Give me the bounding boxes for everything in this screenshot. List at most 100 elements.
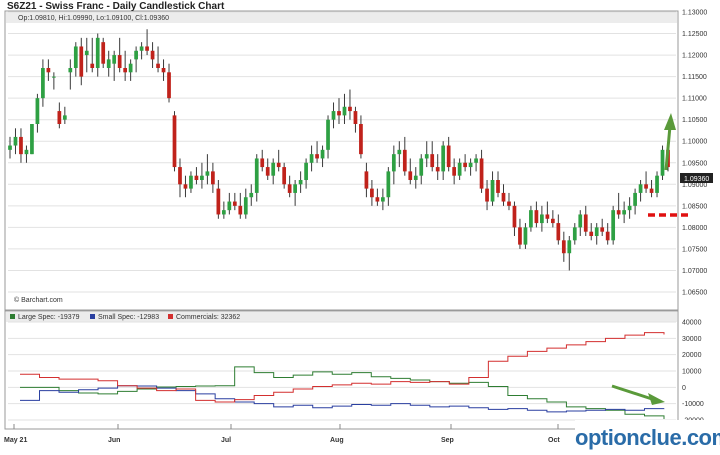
price-panel: Op:1.09810, Hi:1.09990, Lo:1.09100, Cl:1… <box>4 10 713 311</box>
price-y-tick-label: 1.10500 <box>682 117 707 124</box>
candle-body <box>265 167 270 176</box>
candle-body <box>578 214 583 228</box>
cot-y-tick-label: 30000 <box>682 336 702 343</box>
candle-body <box>589 231 594 236</box>
candle-body <box>46 68 51 73</box>
candle-body <box>342 106 347 116</box>
candle-body <box>370 188 374 198</box>
candle-body <box>238 205 243 215</box>
candle-body <box>545 214 550 219</box>
cot-legend: Large Spec: -19379 Small Spec: -12983 Comm… <box>10 314 240 321</box>
candle-body <box>90 63 95 68</box>
barchart-credit: © Barchart.com <box>14 296 63 304</box>
candle-body <box>260 158 265 168</box>
candle-body <box>594 227 599 236</box>
candle-body <box>457 162 462 176</box>
candle-body <box>150 50 155 60</box>
candle-body <box>485 188 489 202</box>
candle-body <box>293 184 297 193</box>
candle-body <box>161 68 166 73</box>
candle-body <box>139 46 144 51</box>
candle-body <box>561 240 566 254</box>
candle-body <box>435 167 440 172</box>
price-y-tick-label: 1.10000 <box>682 139 707 146</box>
candle-body <box>660 149 665 176</box>
candle-body <box>52 76 56 78</box>
candle-body <box>106 59 111 68</box>
candle-body <box>413 175 418 180</box>
cot-panel: Large Spec: -19379 Small Spec: -12983 Comm… <box>4 310 704 430</box>
candle-body <box>331 111 336 120</box>
chart-svg: Op:1.09810, Hi:1.09990, Lo:1.09100, Cl:1… <box>4 1 713 444</box>
candle-body <box>600 227 605 232</box>
candle-body <box>200 175 204 180</box>
price-y-tick-label: 1.08000 <box>682 225 707 232</box>
candle-body <box>649 188 654 193</box>
cot-y-axis: 400003000020000100000-10000-20000 <box>682 320 704 425</box>
candle-body <box>446 145 451 168</box>
candle-body <box>134 50 138 60</box>
candle-body <box>540 214 544 224</box>
candle-body <box>512 205 517 228</box>
x-tick-label: Aug <box>330 437 344 444</box>
candle-body <box>298 180 303 185</box>
candle-body <box>638 184 643 193</box>
candle-body <box>304 162 308 180</box>
x-tick-label: Jun <box>108 437 120 444</box>
price-y-tick-label: 1.08500 <box>682 203 707 210</box>
last-price-label: 1.09360 <box>684 176 709 183</box>
price-y-tick-label: 1.06500 <box>682 290 707 297</box>
candle-body <box>19 136 23 155</box>
x-tick-label: Oct <box>548 437 560 444</box>
candle-body <box>402 149 407 172</box>
candle-body <box>309 154 314 163</box>
candle-body <box>496 180 500 193</box>
candle-body <box>123 68 128 73</box>
candle-body <box>534 210 539 224</box>
price-y-tick-label: 1.12500 <box>682 31 707 38</box>
price-y-tick-label: 1.13000 <box>682 10 707 17</box>
x-tick-label: Jul <box>221 437 231 444</box>
candle-body <box>375 197 380 202</box>
candle-body <box>605 231 610 241</box>
candle-body <box>622 210 626 215</box>
candle-body <box>627 205 632 211</box>
candle-body <box>112 55 117 64</box>
candle-body <box>194 175 199 180</box>
cot-y-tick-label: 0 <box>682 385 686 392</box>
candle-body <box>41 68 45 99</box>
candle-body <box>616 210 621 215</box>
candle-body <box>353 111 358 124</box>
candle-body <box>479 158 484 189</box>
candle-body <box>183 184 188 189</box>
candle-body <box>95 37 100 68</box>
candle-body <box>145 46 149 51</box>
candle-body <box>315 154 319 159</box>
chart-title: S6Z21 - Swiss Franc - Daily Candlestick … <box>7 1 225 12</box>
candle-body <box>205 171 210 176</box>
candle-body <box>550 218 555 224</box>
candle-body <box>523 227 528 245</box>
watermark-logo: optionclue.com <box>575 420 720 455</box>
candle-body <box>79 46 84 77</box>
price-y-tick-label: 1.07000 <box>682 268 707 275</box>
candle-body <box>320 149 325 159</box>
candle-body <box>84 50 89 56</box>
candle-body <box>167 72 171 99</box>
candle-body <box>463 162 467 168</box>
candle-body <box>172 115 177 168</box>
candle-body <box>221 210 226 215</box>
price-y-tick-label: 1.07500 <box>682 246 707 253</box>
candle-body <box>397 149 402 155</box>
ohlc-readout: Op:1.09810, Hi:1.09990, Lo:1.09100, Cl:1… <box>18 15 169 22</box>
candle-body <box>490 180 495 202</box>
candle-body <box>337 111 341 116</box>
candle-body <box>128 63 133 73</box>
candle-body <box>501 192 506 202</box>
candle-body <box>583 214 588 232</box>
chart-stage: Op:1.09810, Hi:1.09990, Lo:1.09100, Cl:1… <box>0 0 720 455</box>
cot-y-tick-label: 20000 <box>682 352 702 359</box>
candle-body <box>419 158 424 176</box>
price-panel-frame <box>4 10 679 311</box>
candle-body <box>474 158 478 163</box>
